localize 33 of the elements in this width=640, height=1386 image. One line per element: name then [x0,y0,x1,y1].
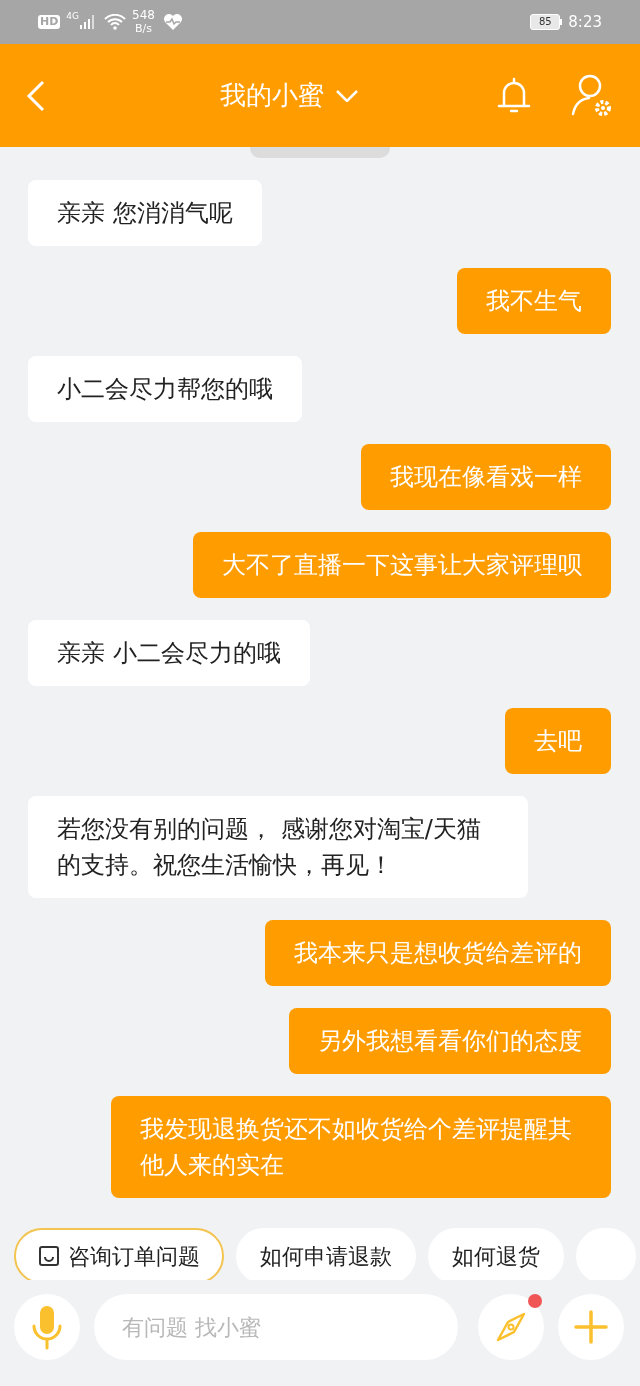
signal-icon [80,15,97,29]
plus-icon [574,1310,608,1344]
message-bubble: 我不生气 [457,268,611,334]
compass-icon [495,1311,527,1343]
network-label: 4G [66,10,80,23]
network-speed: 548 [132,8,155,22]
quick-reply-chip[interactable]: 如何退货 [428,1228,564,1280]
user-settings-icon [571,73,613,118]
message-bubble: 去吧 [505,708,611,774]
battery-icon: 85 [530,14,563,30]
back-icon [26,79,46,112]
message-bubble: 亲亲 您消消气呢 [28,180,262,246]
message-bubble: 亲亲 小二会尽力的哦 [28,620,310,686]
microphone-icon [31,1304,63,1350]
message-bubble: 小二会尽力帮您的哦 [28,356,302,422]
message-bubble: 我本来只是想收货给差评的 [265,920,611,986]
speed-unit: B/s [135,22,152,36]
quick-reply-chip[interactable]: 如何申请退款 [236,1228,416,1280]
health-heart-icon [162,13,183,31]
clock-time: 8:23 [568,11,602,33]
inbox-icon [38,1245,60,1267]
message-bubble: 大不了直播一下这事让大家评理呗 [193,532,611,598]
message-bubble: 我现在像看戏一样 [361,444,611,510]
profile-settings-button[interactable] [570,72,614,119]
message-bubble: 我发现退换货还不如收货给个差评提醒其他人来的实在 [111,1096,611,1198]
message-bubble: 若您没有别的问题， 感谢您对淘宝/天猫的支持。祝您生活愉快，再见！ [28,796,528,898]
message-bubble: 另外我想看看你们的态度 [289,1008,611,1074]
message-input-field[interactable]: 有问题 找小蜜 [94,1294,458,1360]
quick-reply-chip[interactable]: 咨询订单问题 [14,1228,224,1280]
wifi-icon [104,14,127,30]
hd-icon: HD [38,15,61,29]
chevron-down-icon [336,89,358,102]
bell-icon [496,76,532,115]
